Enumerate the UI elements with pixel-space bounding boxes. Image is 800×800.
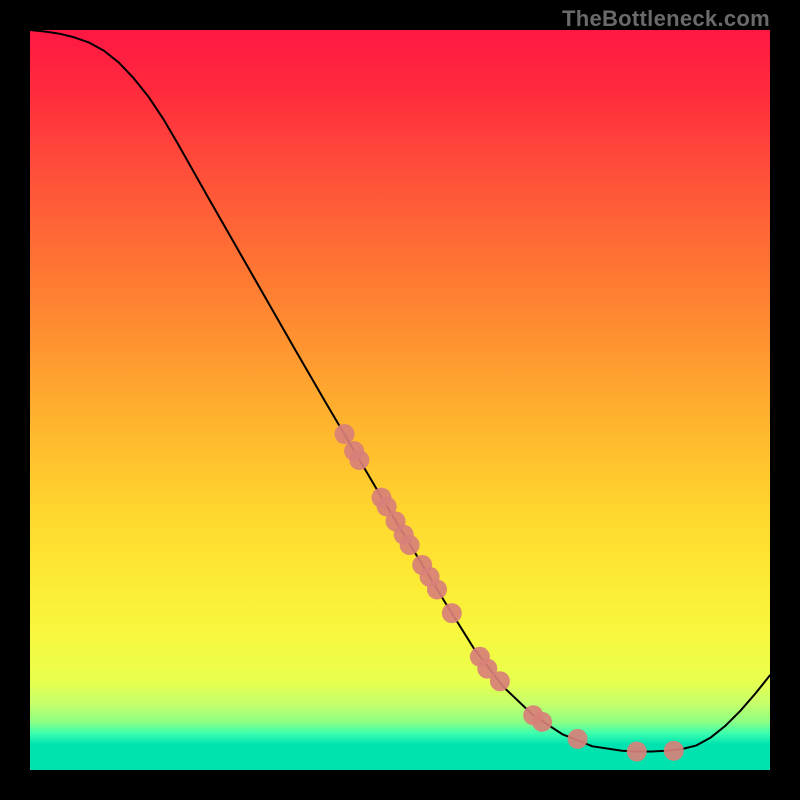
line-curve bbox=[30, 30, 770, 752]
scatter-point bbox=[664, 741, 684, 761]
scatter-point bbox=[490, 671, 510, 691]
watermark-text: TheBottleneck.com bbox=[562, 6, 770, 32]
scatter-point bbox=[442, 603, 462, 623]
scatter-group bbox=[335, 424, 684, 761]
scatter-point bbox=[568, 729, 588, 749]
series-group bbox=[30, 30, 770, 752]
scatter-point bbox=[400, 535, 420, 555]
scatter-point bbox=[349, 450, 369, 470]
scatter-point bbox=[627, 742, 647, 762]
chart-frame: TheBottleneck.com bbox=[0, 0, 800, 800]
scatter-point bbox=[532, 712, 552, 732]
scatter-point bbox=[427, 579, 447, 599]
chart-overlay bbox=[0, 0, 800, 800]
scatter-point bbox=[335, 424, 355, 444]
